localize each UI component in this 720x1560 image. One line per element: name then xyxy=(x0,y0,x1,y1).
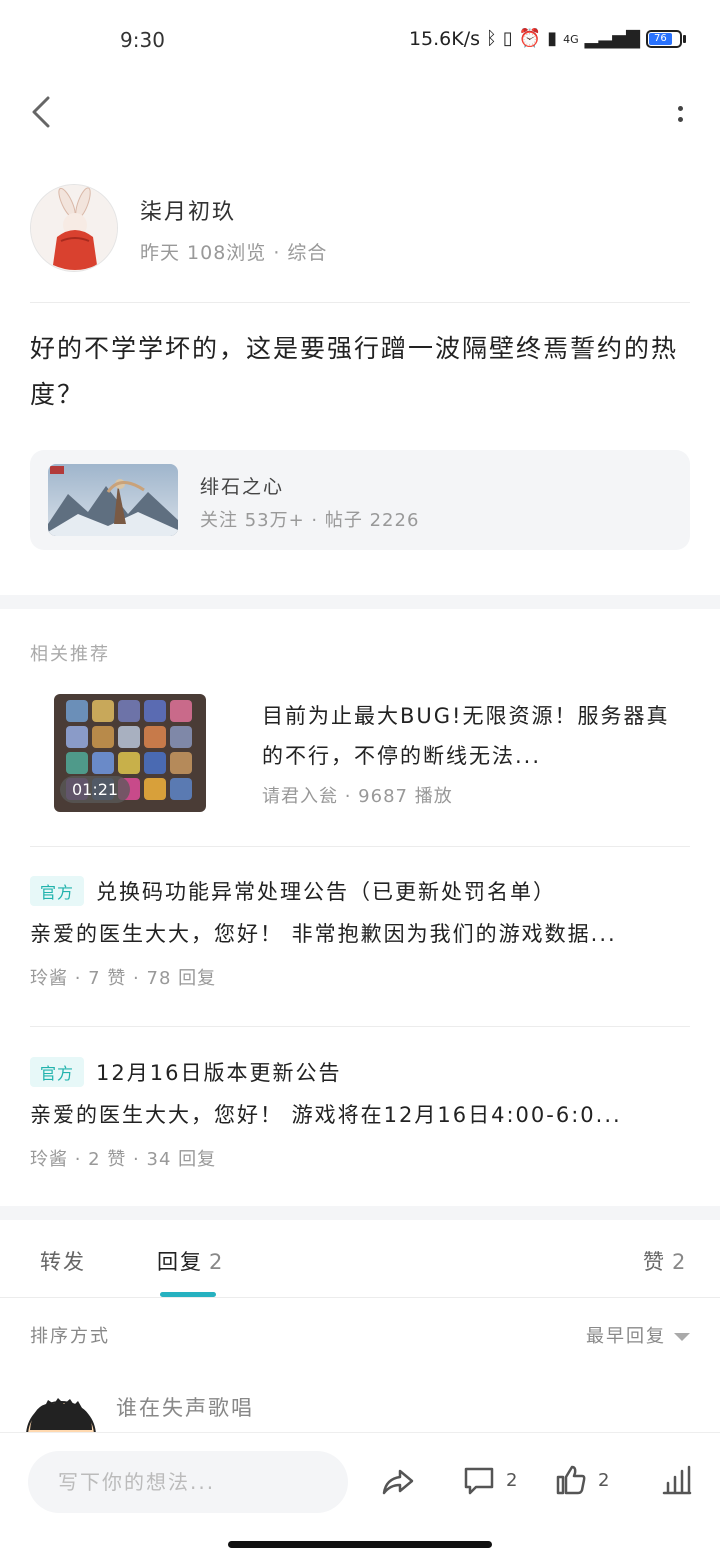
status-icons: 15.6K/s ᛒ ▯ ⏰ ▮ 4G ▂▃▅▇ 76 xyxy=(409,28,686,50)
share-icon xyxy=(382,1469,414,1495)
section-separator xyxy=(0,595,720,609)
notice-title: 兑换码功能异常处理公告（已更新处罚名单） xyxy=(96,880,557,904)
tab-replies-count: 2 xyxy=(209,1250,225,1274)
sort-value: 最早回复 xyxy=(586,1326,666,1347)
reply-author-name[interactable]: 谁在失声歌唱 xyxy=(116,1392,254,1422)
tab-replies[interactable]: 回复 2 xyxy=(157,1246,224,1276)
tab-likes-label: 赞 xyxy=(643,1250,666,1274)
reply-item[interactable]: 谁在失声歌唱 xyxy=(26,1396,690,1432)
author-name[interactable]: 柒月初玖 xyxy=(140,194,236,226)
alarm-icon: ⏰ xyxy=(518,28,542,49)
related-section-title: 相关推荐 xyxy=(30,644,110,665)
tab-replies-label: 回复 xyxy=(157,1250,203,1274)
post-body: 好的不学学坏的，这是要强行蹭一波隔壁终焉誓约的热度？ xyxy=(30,334,679,409)
bluetooth-icon: ᛒ xyxy=(486,28,497,49)
author-avatar[interactable] xyxy=(30,184,118,272)
video-title: 目前为止最大BUG!无限资源！服务器真的不行，不停的断线无法... xyxy=(262,704,670,768)
like-button[interactable]: 2 xyxy=(554,1463,609,1497)
notice-title: 12月16日版本更新公告 xyxy=(96,1061,342,1085)
tab-forward[interactable]: 转发 xyxy=(40,1246,86,1276)
notice-item[interactable]: 官方 12月16日版本更新公告 亲爱的医生大大，您好！ 游戏将在12月16日4:0… xyxy=(30,1057,690,1171)
comment-icon xyxy=(464,1467,494,1495)
status-bar: 9:30 15.6K/s ᛒ ▯ ⏰ ▮ 4G ▂▃▅▇ 76 xyxy=(0,0,720,80)
bar-chart-icon xyxy=(662,1465,692,1495)
notice-excerpt: 亲爱的医生大大，您好！ 游戏将在12月16日4:00-6:0... xyxy=(30,1103,622,1127)
sort-label: 排序方式 xyxy=(30,1326,110,1347)
sim-icon: ▮ xyxy=(547,28,558,49)
notice-meta: 玲酱 · 7 赞 · 78 回复 xyxy=(30,968,217,989)
signal-icon: ▂▃▅▇ xyxy=(584,28,640,49)
vibrate-icon: ▯ xyxy=(502,28,513,49)
official-badge: 官方 xyxy=(30,876,85,906)
battery-icon: 76 xyxy=(646,30,686,48)
game-card[interactable]: 绯石之心 关注 53万+ · 帖子 2226 xyxy=(30,450,690,550)
game-cover-image xyxy=(48,464,178,536)
active-tab-indicator xyxy=(160,1292,216,1297)
status-time: 9:30 xyxy=(120,28,165,52)
divider xyxy=(30,1026,690,1027)
network-speed: 15.6K/s xyxy=(408,28,481,50)
comment-input[interactable] xyxy=(28,1451,348,1513)
caret-down-icon xyxy=(674,1333,690,1341)
top-nav xyxy=(0,80,720,144)
divider xyxy=(30,846,690,847)
video-thumbnail: 01:21 xyxy=(54,694,206,812)
divider xyxy=(30,302,690,303)
comment-count: 2 xyxy=(506,1469,518,1491)
post-author: 柒月初玖 昨天 108浏览 · 综合 xyxy=(30,184,690,274)
more-options-button[interactable] xyxy=(670,94,690,134)
bottom-action-bar: 2 2 xyxy=(0,1432,720,1530)
game-stats: 关注 53万+ · 帖子 2226 xyxy=(200,510,420,531)
reply-tabs: 转发 回复 2 赞2 xyxy=(0,1222,720,1298)
related-video-item[interactable]: 01:21 目前为止最大BUG!无限资源！服务器真的不行，不停的断线无法... … xyxy=(30,690,690,820)
video-duration: 01:21 xyxy=(60,776,131,803)
back-button[interactable] xyxy=(24,92,64,132)
notice-excerpt: 亲爱的医生大大，您好！ 非常抱歉因为我们的游戏数据... xyxy=(30,922,617,946)
sort-row: 排序方式 最早回复 xyxy=(30,1322,690,1352)
game-name: 绯石之心 xyxy=(200,476,285,498)
sort-dropdown[interactable]: 最早回复 xyxy=(586,1322,690,1348)
stats-button[interactable] xyxy=(660,1463,694,1497)
battery-level: 76 xyxy=(649,33,672,45)
home-indicator[interactable] xyxy=(228,1541,492,1548)
chevron-left-icon xyxy=(32,96,50,128)
network-type: 4G xyxy=(563,32,579,46)
share-button[interactable] xyxy=(380,1463,416,1499)
like-count: 2 xyxy=(598,1469,610,1491)
tab-likes-count: 2 xyxy=(672,1250,688,1274)
video-meta: 请君入瓮 · 9687 播放 xyxy=(262,786,453,807)
thumbs-up-icon xyxy=(556,1465,586,1495)
notice-meta: 玲酱 · 2 赞 · 34 回复 xyxy=(30,1149,217,1170)
more-dots-icon xyxy=(677,106,683,111)
official-badge: 官方 xyxy=(30,1057,85,1087)
section-separator xyxy=(0,1206,720,1220)
reply-avatar[interactable] xyxy=(26,1396,96,1432)
notice-item[interactable]: 官方 兑换码功能异常处理公告（已更新处罚名单） 亲爱的医生大大，您好！ 非常抱歉因… xyxy=(30,876,690,990)
tab-likes[interactable]: 赞2 xyxy=(643,1246,687,1276)
comment-button[interactable]: 2 xyxy=(462,1463,517,1497)
post-meta: 昨天 108浏览 · 综合 xyxy=(140,242,328,264)
